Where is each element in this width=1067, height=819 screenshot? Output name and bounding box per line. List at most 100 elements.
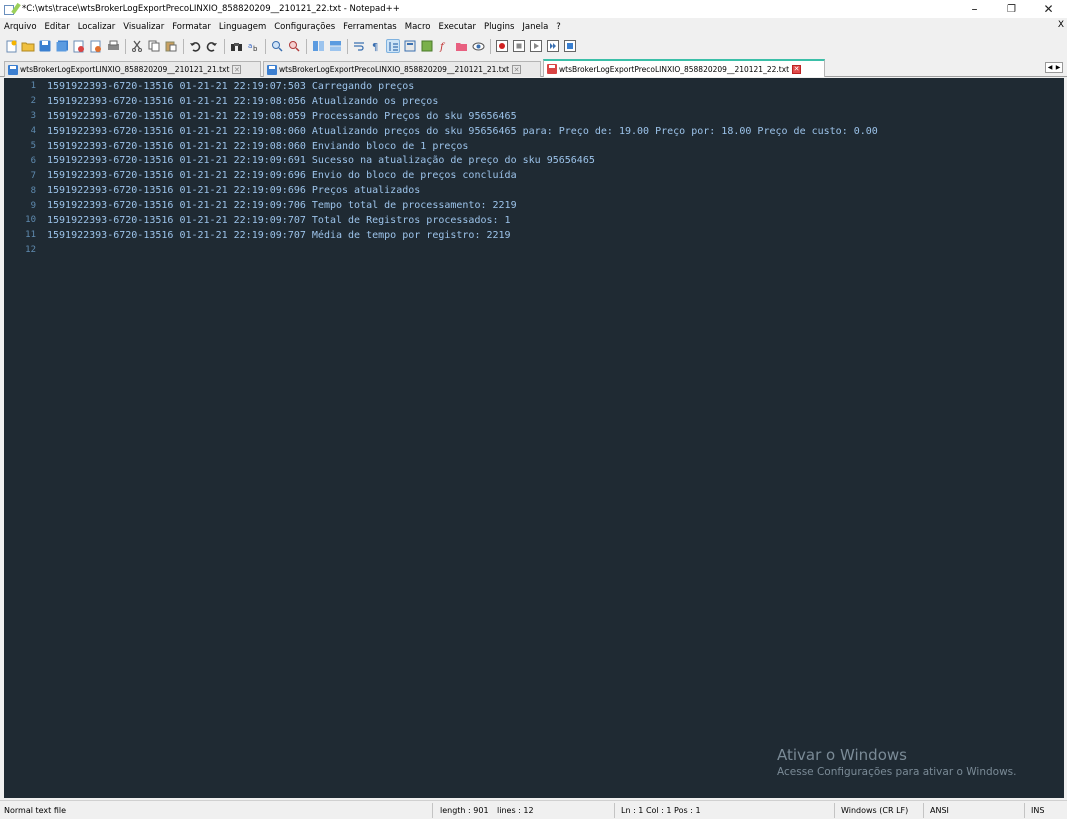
menu-editar[interactable]: Editar [45,22,70,32]
zoom-in-icon[interactable] [270,39,284,53]
monitoring-icon[interactable] [471,39,485,53]
tab-bar: wtsBrokerLogExportLINXIO_858820209__2101… [0,59,1067,77]
notepad-plus-plus-icon [4,2,21,15]
status-separator [923,803,924,818]
tab-file-1[interactable]: wtsBrokerLogExportLINXIO_858820209__2101… [4,61,261,77]
toolbar-separator [125,38,126,54]
record-macro-icon[interactable] [495,39,509,53]
tab-close-icon[interactable]: ✕ [232,65,242,74]
toolbar-separator [224,38,225,54]
save-macro-icon[interactable] [563,39,577,53]
zoom-out-icon[interactable] [287,39,301,53]
menu-help[interactable]: ? [556,22,561,32]
show-all-chars-icon[interactable]: ¶ [369,39,383,53]
maximize-button[interactable]: ❐ [993,0,1030,18]
line-number: 9 [30,200,36,211]
text-line[interactable]: 1591922393-6720-13516 01-21-21 22:19:09:… [47,153,878,168]
menu-macro[interactable]: Macro [405,22,431,32]
doc-map-icon[interactable] [420,39,434,53]
menu-localizar[interactable]: Localizar [78,22,116,32]
line-number: 5 [30,141,36,151]
run-macro-multiple-icon[interactable] [546,39,560,53]
save-icon[interactable] [38,39,52,53]
tab-close-icon[interactable]: ✕ [512,65,522,74]
paste-icon[interactable] [164,39,178,53]
line-number: 2 [30,96,36,107]
text-line[interactable]: 1591922393-6720-13516 01-21-21 22:19:08:… [47,109,878,124]
status-encoding[interactable]: ANSI [930,806,949,815]
chevron-right-icon[interactable]: ▶ [1056,64,1061,71]
new-file-icon[interactable] [4,39,18,53]
window-title: *C:\wts\trace\wtsBrokerLogExportPrecoLIN… [22,4,400,14]
tab-scroll-buttons[interactable]: ◀ ▶ [1045,62,1063,73]
text-line[interactable]: 1591922393-6720-13516 01-21-21 22:19:08:… [47,139,878,154]
text-line[interactable]: 1591922393-6720-13516 01-21-21 22:19:09:… [47,198,878,213]
svg-text:a: a [248,42,252,50]
undo-icon[interactable] [188,39,202,53]
menu-ferramentas[interactable]: Ferramentas [343,22,397,32]
status-length: length : 901 [440,806,489,815]
redo-icon[interactable] [205,39,219,53]
title-bar: *C:\wts\trace\wtsBrokerLogExportPrecoLIN… [0,0,1067,18]
folder-workspace-icon[interactable] [454,39,468,53]
sync-vertical-icon[interactable] [311,39,325,53]
menu-executar[interactable]: Executar [438,22,475,32]
status-insert-mode[interactable]: INS [1031,806,1044,815]
cut-icon[interactable] [130,39,144,53]
status-eol[interactable]: Windows (CR LF) [841,806,908,815]
line-number: 3 [30,111,36,122]
file-saved-icon [267,64,277,75]
watermark-subtitle: Acesse Configurações para ativar o Windo… [777,766,1017,778]
tab-file-2[interactable]: wtsBrokerLogExportPrecoLINXIO_858820209_… [263,61,541,77]
stop-macro-icon[interactable] [512,39,526,53]
text-line[interactable]: 1591922393-6720-13516 01-21-21 22:19:09:… [47,213,878,228]
save-all-icon[interactable] [55,39,69,53]
menu-arquivo[interactable]: Arquivo [4,22,37,32]
menu-configuracoes[interactable]: Configurações [274,22,335,32]
menu-formatar[interactable]: Formatar [172,22,211,32]
close-file-icon[interactable] [72,39,86,53]
copy-icon[interactable] [147,39,161,53]
text-line[interactable]: 1591922393-6720-13516 01-21-21 22:19:09:… [47,168,878,183]
close-document-button[interactable]: X [1058,20,1064,30]
toolbar-separator [347,38,348,54]
print-icon[interactable] [106,39,120,53]
menu-visualizar[interactable]: Visualizar [123,22,164,32]
text-line[interactable]: 1591922393-6720-13516 01-21-21 22:19:09:… [47,183,878,198]
tab-label: wtsBrokerLogExportPrecoLINXIO_858820209_… [279,65,510,74]
tab-close-icon[interactable]: ✕ [792,64,802,74]
text-line[interactable] [47,243,878,258]
indent-guide-icon[interactable] [386,39,400,53]
minimize-button[interactable]: – [956,0,993,18]
sync-horizontal-icon[interactable] [328,39,342,53]
find-icon[interactable] [229,39,243,53]
editor-area[interactable]: 1 2 3 4 5 6 7 8 9 10 11 12 1591922393-67… [4,78,1064,798]
menu-linguagem[interactable]: Linguagem [219,22,266,32]
text-line[interactable]: 1591922393-6720-13516 01-21-21 22:19:07:… [47,79,878,94]
text-line[interactable]: 1591922393-6720-13516 01-21-21 22:19:08:… [47,94,878,109]
line-number: 10 [25,215,36,226]
menu-janela[interactable]: Janela [522,22,548,32]
word-wrap-icon[interactable] [352,39,366,53]
toolbar-separator [183,38,184,54]
open-file-icon[interactable] [21,39,35,53]
menu-bar: Arquivo Editar Localizar Visualizar Form… [0,19,1067,34]
toolbar-separator [490,38,491,54]
line-number-gutter: 1 2 3 4 5 6 7 8 9 10 11 12 [4,78,40,798]
udl-icon[interactable] [403,39,417,53]
line-number: 1 [30,81,36,92]
line-number: 6 [30,155,36,166]
menu-plugins[interactable]: Plugins [484,22,514,32]
function-list-icon[interactable]: f [437,39,451,53]
play-macro-icon[interactable] [529,39,543,53]
close-button[interactable]: ✕ [1030,0,1067,18]
text-content[interactable]: 1591922393-6720-13516 01-21-21 22:19:07:… [47,79,878,258]
status-cursor-position: Ln : 1 Col : 1 Pos : 1 [621,806,701,815]
svg-text:b: b [253,45,258,52]
replace-icon[interactable]: ab [246,39,260,53]
text-line[interactable]: 1591922393-6720-13516 01-21-21 22:19:08:… [47,124,878,139]
chevron-left-icon[interactable]: ◀ [1048,64,1053,71]
tab-file-3[interactable]: wtsBrokerLogExportPrecoLINXIO_858820209_… [543,59,825,77]
text-line[interactable]: 1591922393-6720-13516 01-21-21 22:19:09:… [47,228,878,243]
close-all-icon[interactable] [89,39,103,53]
